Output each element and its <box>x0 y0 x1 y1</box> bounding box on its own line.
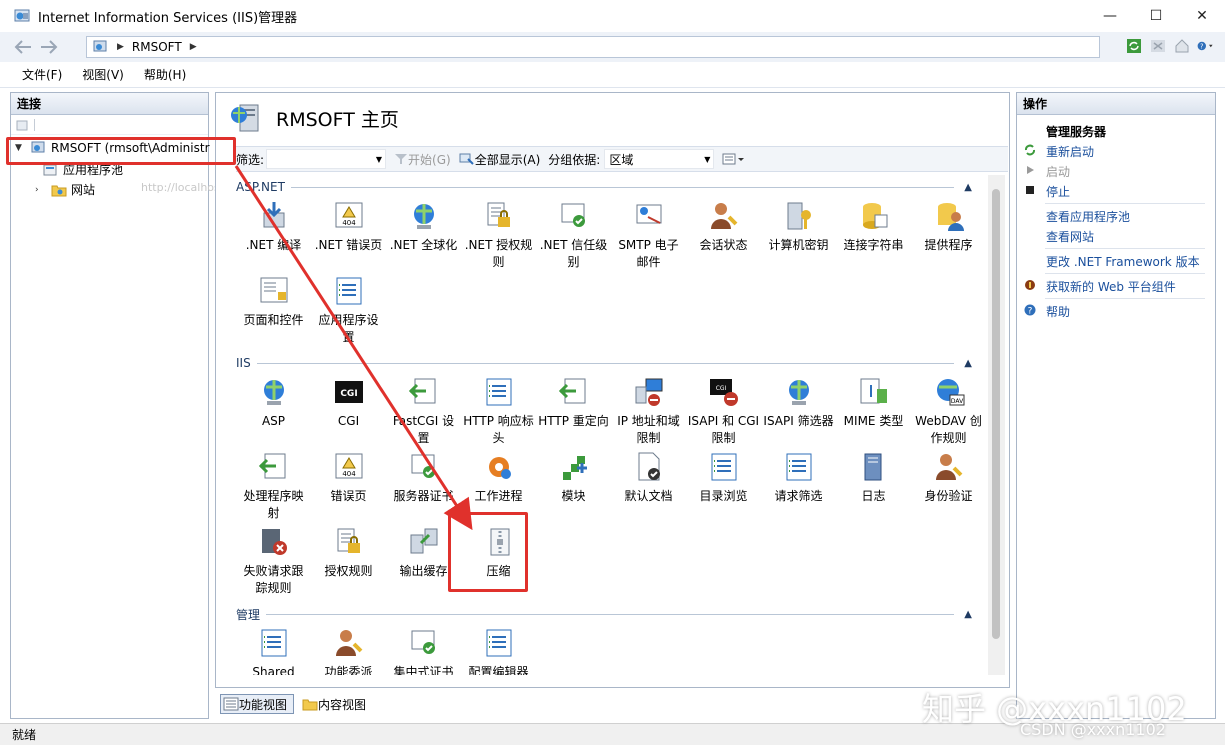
annotation-arrow <box>234 165 473 531</box>
csdn-watermark: CSDN @xxxn1102 <box>1020 720 1166 739</box>
